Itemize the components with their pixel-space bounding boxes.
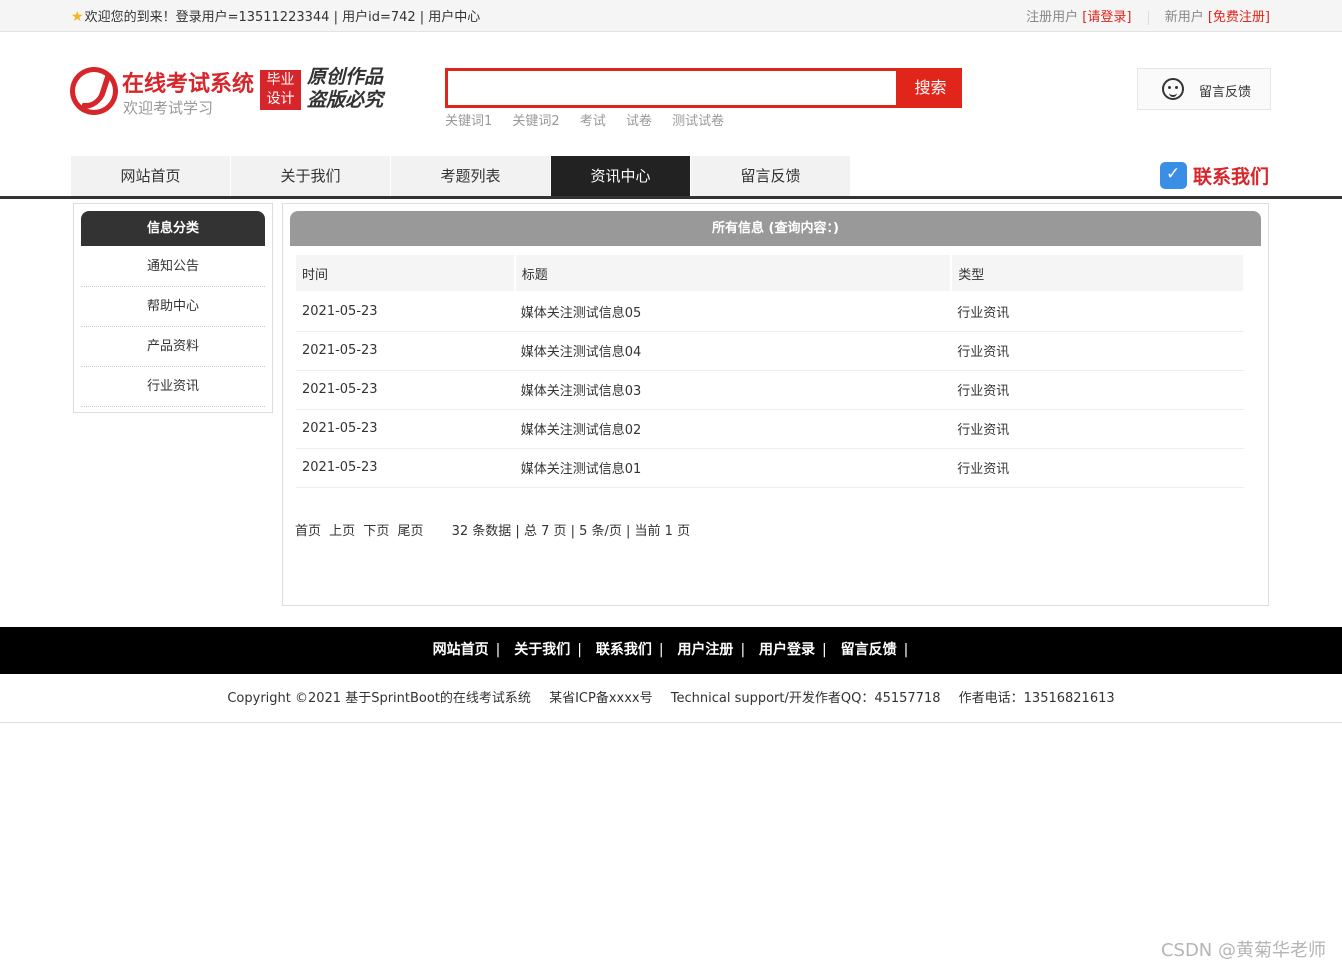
sidebar-item-industry[interactable]: 行业资讯: [81, 367, 265, 407]
table-row: 2021-05-23 媒体关注测试信息02 行业资讯: [296, 409, 1244, 449]
row-type: 行业资讯: [951, 370, 1244, 410]
feedback-button[interactable]: 留言反馈: [1137, 68, 1271, 110]
feedback-label: 留言反馈: [1199, 85, 1252, 100]
row-type: 行业资讯: [951, 448, 1244, 488]
signup-link[interactable]: [免费注册]: [1208, 10, 1270, 25]
row-title-link[interactable]: 媒体关注测试信息02: [514, 409, 952, 449]
site-subtitle: 欢迎考试学习: [123, 99, 214, 117]
icp-text: 某省ICP备xxxx号: [549, 691, 653, 706]
phone-text: 作者电话：13516821613: [958, 691, 1115, 706]
row-type: 行业资讯: [951, 292, 1244, 332]
copyright-text: Copyright ©2021 基于SprintBoot的在线考试系统: [227, 691, 531, 706]
hot-keywords: 关键词1 关键词2 考试 试卷 测试试卷: [445, 110, 740, 129]
footer-link-about[interactable]: 关于我们: [514, 642, 570, 658]
row-time: 2021-05-23: [296, 292, 515, 332]
first-page-link[interactable]: 首页: [295, 524, 321, 539]
keyword-link[interactable]: 关键词2: [512, 114, 559, 129]
badge-line-2: 设计: [266, 91, 295, 107]
row-type: 行业资讯: [951, 409, 1244, 449]
divider: [1147, 10, 1149, 25]
top-bar: ★欢迎您的到来！登录用户=13511223344 | 用户id=742 | 用户…: [0, 0, 1342, 32]
main-nav: 网站首页 关于我们 考题列表 资讯中心 留言反馈: [71, 156, 851, 196]
support-text: Technical support/开发作者QQ：45157718: [670, 691, 941, 706]
table-row: 2021-05-23 媒体关注测试信息01 行业资讯: [296, 448, 1244, 488]
keyword-link[interactable]: 试卷: [626, 114, 652, 129]
sidebar-item-notice[interactable]: 通知公告: [81, 247, 265, 287]
pagination-stats: 32 条数据 | 总 7 页 | 5 条/页 | 当前 1 页: [451, 524, 691, 539]
watermark: CSDN @黄菊华老师: [1160, 940, 1326, 961]
keyword-link[interactable]: 关键词1: [445, 114, 492, 129]
welcome-text: ★欢迎您的到来！登录用户=13511223344 | 用户id=742 | 用户…: [71, 6, 480, 25]
column-header-title: 标题: [514, 255, 953, 293]
logo-icon[interactable]: [70, 67, 118, 115]
site-title: 在线考试系统: [122, 72, 255, 97]
info-panel: 所有信息 (查询内容：) 时间 标题 类型 2021-05-23 媒体关注测试信…: [282, 203, 1269, 606]
footer-nav: 网站首页 | 关于我们 | 联系我们 | 用户注册 | 用户登录 | 留言反馈 |: [0, 627, 1342, 674]
nav-item-about[interactable]: 关于我们: [231, 156, 391, 196]
next-page-link[interactable]: 下页: [363, 524, 389, 539]
search-box: [445, 68, 899, 108]
pagination: 首页 上页 下页 尾页 32 条数据 | 总 7 页 | 5 条/页 | 当前 …: [295, 520, 690, 539]
column-header-type: 类型: [951, 255, 1245, 293]
account-links: 注册用户 [请登录] 新用户 [免费注册]: [1026, 6, 1270, 25]
nav-item-home[interactable]: 网站首页: [71, 156, 231, 196]
sidebar-title: 信息分类: [81, 211, 265, 246]
row-title-link[interactable]: 媒体关注测试信息03: [514, 370, 952, 410]
register-prefix: 注册用户: [1026, 10, 1079, 25]
column-header-time: 时间: [296, 255, 516, 293]
new-user-prefix: 新用户: [1164, 10, 1204, 25]
star-icon: ★: [71, 9, 84, 25]
footer-link-feedback[interactable]: 留言反馈: [841, 642, 897, 658]
sidebar-list: 通知公告 帮助中心 产品资料 行业资讯: [81, 247, 265, 407]
sidebar-item-product[interactable]: 产品资料: [81, 327, 265, 367]
row-title-link[interactable]: 媒体关注测试信息05: [514, 292, 952, 332]
table-row: 2021-05-23 媒体关注测试信息04 行业资讯: [296, 331, 1244, 371]
footer-link-contact[interactable]: 联系我们: [596, 642, 652, 658]
footer-link-home[interactable]: 网站首页: [433, 642, 489, 658]
row-time: 2021-05-23: [296, 409, 515, 449]
contact-icon: [1160, 161, 1187, 189]
badge-line-1: 毕业: [266, 72, 295, 88]
table-row: 2021-05-23 媒体关注测试信息03 行业资讯: [296, 370, 1244, 410]
search-input[interactable]: [448, 71, 896, 105]
last-page-link[interactable]: 尾页: [397, 524, 423, 539]
row-time: 2021-05-23: [296, 370, 515, 410]
welcome-message[interactable]: 欢迎您的到来！登录用户=13511223344 | 用户id=742 | 用户中…: [85, 10, 481, 25]
prev-page-link[interactable]: 上页: [329, 524, 355, 539]
row-time: 2021-05-23: [296, 331, 515, 371]
login-link[interactable]: [请登录]: [1082, 10, 1131, 25]
nav-item-feedback[interactable]: 留言反馈: [691, 156, 851, 196]
row-type: 行业资讯: [951, 331, 1244, 371]
keyword-link[interactable]: 考试: [580, 114, 606, 129]
nav-item-news[interactable]: 资讯中心: [551, 156, 691, 196]
table-row: 2021-05-23 媒体关注测试信息05 行业资讯: [296, 292, 1244, 332]
footer-link-login[interactable]: 用户登录: [759, 642, 815, 658]
slogan-line-2: 盗版必究: [307, 89, 384, 111]
sidebar-item-help[interactable]: 帮助中心: [81, 287, 265, 327]
panel-title: 所有信息 (查询内容：): [290, 211, 1261, 246]
table-header: 时间 标题 类型: [296, 255, 1245, 293]
nav-item-exam-list[interactable]: 考题列表: [391, 156, 551, 196]
row-title-link[interactable]: 媒体关注测试信息01: [514, 448, 952, 488]
copyright-bar: Copyright ©2021 基于SprintBoot的在线考试系统 某省IC…: [0, 674, 1342, 723]
contact-us-link[interactable]: 联系我们: [1160, 160, 1269, 190]
info-table: 时间 标题 类型 2021-05-23 媒体关注测试信息05 行业资讯 2021…: [296, 255, 1245, 488]
nav-divider: [0, 196, 1342, 199]
row-time: 2021-05-23: [296, 448, 515, 488]
slogan: 原创作品 盗版必究: [307, 66, 383, 112]
keyword-link[interactable]: 测试试卷: [672, 114, 724, 129]
customer-service-icon: [1162, 78, 1184, 100]
sidebar: 信息分类 通知公告 帮助中心 产品资料 行业资讯: [73, 203, 273, 413]
contact-label: 联系我们: [1193, 165, 1270, 188]
graduation-badge: 毕业 设计: [260, 70, 301, 110]
footer-link-register[interactable]: 用户注册: [677, 642, 733, 658]
row-title-link[interactable]: 媒体关注测试信息04: [514, 331, 952, 371]
slogan-line-1: 原创作品: [307, 66, 384, 88]
search-button[interactable]: 搜索: [899, 68, 962, 108]
